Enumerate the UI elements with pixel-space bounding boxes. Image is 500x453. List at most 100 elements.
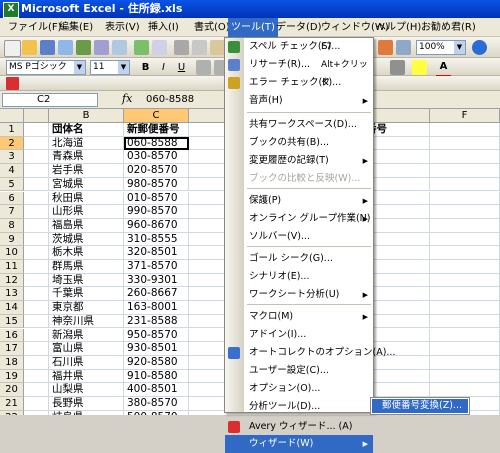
italic-button[interactable]: I [156, 60, 171, 75]
grid-cell[interactable]: 310-8555 [124, 232, 189, 247]
copy-icon[interactable] [192, 40, 207, 55]
menu-item-customize[interactable]: ユーザー設定(C)... [225, 362, 373, 380]
menu-insert[interactable]: 挿入(I) [145, 18, 182, 37]
grid-cell[interactable] [430, 123, 500, 137]
grid-cell[interactable] [430, 287, 500, 302]
menu-item-error-check[interactable]: エラー チェック(K)... [225, 74, 373, 92]
menu-item-shared-workspace[interactable]: 共有ワークスペース(D)... [225, 116, 373, 134]
grid-cell[interactable] [24, 342, 49, 356]
grid-cell[interactable]: 富山県 [49, 342, 124, 356]
grid-cell[interactable] [24, 369, 49, 384]
submenu-item-postal-convert[interactable]: 郵便番号変換(Z)... [372, 399, 468, 413]
active-cell[interactable]: 060-8588 [124, 136, 189, 151]
menu-item-protection[interactable]: 保護(P) ▶ [225, 192, 373, 210]
font-size-combo[interactable]: 11 ▼ [90, 60, 130, 75]
row-header[interactable]: 21 [0, 397, 24, 411]
grid-cell[interactable]: 920-8580 [124, 355, 189, 370]
grid-cell[interactable]: 北海道 [49, 136, 124, 151]
menu-item-speech[interactable]: 音声(H) ▶ [225, 92, 373, 110]
grid-cell[interactable]: 茨城県 [49, 232, 124, 247]
menu-item-avery-wizard[interactable]: Avery ウィザード... (A) [225, 418, 373, 436]
formula-input[interactable]: 060-8588 [146, 91, 194, 109]
column-header-C[interactable]: C [124, 109, 189, 123]
grid-cell[interactable] [24, 205, 49, 219]
grid-cell[interactable]: 新潟県 [49, 328, 124, 343]
grid-cell[interactable]: 910-8580 [124, 369, 189, 384]
row-header[interactable]: 6 [0, 191, 24, 206]
grid-cell[interactable]: 930-8501 [124, 342, 189, 356]
menu-item-addins[interactable]: アドイン(I)... [225, 326, 373, 344]
grid-cell[interactable] [430, 369, 500, 384]
grid-cell[interactable] [24, 232, 49, 247]
paste-icon[interactable] [210, 40, 225, 55]
menu-item-formula-auditing[interactable]: ワークシート分析(U) ▶ [225, 286, 373, 304]
grid-cell[interactable] [430, 260, 500, 274]
grid-cell[interactable]: 980-8570 [124, 177, 189, 192]
grid-cell[interactable]: 231-8588 [124, 314, 189, 329]
grid-cell[interactable]: 栃木県 [49, 246, 124, 260]
chevron-down-icon[interactable]: ▼ [74, 61, 85, 74]
grid-cell[interactable]: 030-8570 [124, 150, 189, 165]
grid-cell[interactable] [430, 205, 500, 219]
menu-item-share-book[interactable]: ブックの共有(B)... [225, 134, 373, 152]
grid-cell[interactable] [24, 397, 49, 411]
row-header[interactable]: 1 [0, 123, 24, 137]
row-header[interactable]: 10 [0, 246, 24, 260]
grid-cell[interactable] [24, 177, 49, 192]
row-header[interactable]: 5 [0, 177, 24, 192]
grid-cell[interactable] [24, 287, 49, 302]
column-header-A[interactable] [24, 109, 49, 123]
grid-cell[interactable]: 山形県 [49, 205, 124, 219]
row-header[interactable]: 7 [0, 205, 24, 219]
column-header-B[interactable]: B [49, 109, 124, 123]
grid-cell[interactable] [24, 164, 49, 178]
grid-cell[interactable]: 新郵便番号 [124, 123, 189, 137]
menu-item-research[interactable]: リサーチ(R)... Alt+クリック [225, 56, 373, 88]
grid-cell[interactable] [24, 410, 49, 415]
chart-wizard-icon[interactable] [378, 40, 393, 55]
menu-format[interactable]: 書式(O) [191, 18, 233, 37]
grid-cell[interactable] [430, 177, 500, 192]
menu-item-macro[interactable]: マクロ(M) ▶ [225, 308, 373, 326]
select-all-corner[interactable] [0, 109, 24, 123]
grid-cell[interactable]: 371-8570 [124, 260, 189, 274]
grid-cell[interactable]: 青森県 [49, 150, 124, 165]
avery-icon[interactable] [6, 77, 19, 90]
grid-cell[interactable]: 260-8667 [124, 287, 189, 302]
column-header-F[interactable]: F [430, 109, 500, 123]
row-header[interactable]: 8 [0, 218, 24, 233]
row-header[interactable]: 12 [0, 273, 24, 288]
grid-cell[interactable]: 福井県 [49, 369, 124, 384]
grid-cell[interactable]: 東京都 [49, 301, 124, 315]
research-icon[interactable] [152, 40, 167, 55]
grid-cell[interactable]: 163-8001 [124, 301, 189, 315]
grid-cell[interactable]: 990-8570 [124, 205, 189, 219]
menu-item-solver[interactable]: ソルバー(V)... [225, 228, 373, 246]
open-icon[interactable] [22, 40, 37, 55]
menu-tools[interactable]: ツール(T) [228, 18, 278, 37]
grid-cell[interactable] [24, 150, 49, 165]
row-header[interactable]: 14 [0, 301, 24, 315]
chevron-down-icon[interactable]: ▼ [118, 61, 129, 74]
grid-cell[interactable]: 千葉県 [49, 287, 124, 302]
grid-cell[interactable] [430, 328, 500, 343]
grid-cell[interactable]: 岐阜県 [49, 410, 124, 415]
grid-cell[interactable]: 秋田県 [49, 191, 124, 206]
grid-cell[interactable]: 010-8570 [124, 191, 189, 206]
grid-cell[interactable] [24, 383, 49, 397]
help-icon[interactable] [472, 40, 487, 55]
grid-cell[interactable]: 330-9301 [124, 273, 189, 288]
row-header[interactable]: 17 [0, 342, 24, 356]
row-header[interactable]: 13 [0, 287, 24, 302]
borders-icon[interactable] [390, 60, 405, 75]
menu-item-autocorrect[interactable]: オートコレクトのオプション(A)... [225, 344, 395, 362]
grid-cell[interactable]: 神奈川県 [49, 314, 124, 329]
row-header[interactable]: 2 [0, 136, 24, 151]
zoom-combo[interactable]: 100% ▼ [416, 40, 466, 55]
row-header[interactable]: 9 [0, 232, 24, 247]
font-combo[interactable]: MS Pゴシック ▼ [6, 60, 86, 75]
grid-cell[interactable] [430, 218, 500, 233]
row-header[interactable]: 3 [0, 150, 24, 165]
menu-item-spelling[interactable]: スペル チェック(S)... F7 [225, 38, 373, 56]
menu-item-online-collab[interactable]: オンライン グループ作業(N) ▶ [225, 210, 373, 228]
